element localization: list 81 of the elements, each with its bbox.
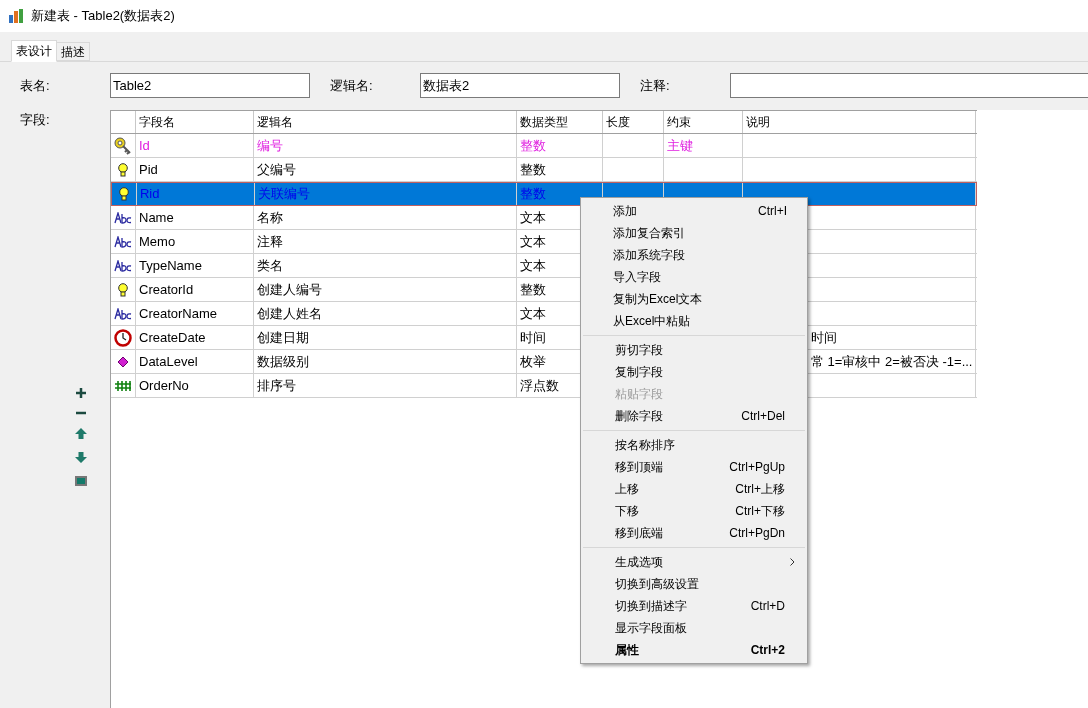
clock-icon bbox=[114, 328, 132, 347]
arrow-down-icon[interactable] bbox=[75, 451, 87, 463]
menu-item[interactable]: 删除字段 Ctrl+Del bbox=[583, 405, 805, 427]
tab[interactable]: 描述 bbox=[57, 42, 90, 61]
bulb-icon bbox=[119, 187, 129, 201]
table-cell-text: 文本 bbox=[520, 232, 546, 251]
table-cell-text: 文本 bbox=[520, 304, 546, 323]
table-cell-text: 整数 bbox=[520, 160, 546, 179]
column-header[interactable]: 逻辑名 bbox=[254, 111, 517, 133]
bulb-icon bbox=[118, 282, 128, 297]
abc-icon bbox=[114, 235, 132, 248]
fields-label: 字段: bbox=[19, 111, 51, 129]
table-cell-text: 名称 bbox=[257, 208, 283, 227]
table-cell-text: 创建日期 bbox=[257, 328, 309, 347]
table-cell-text: Rid bbox=[139, 185, 160, 204]
add-icon[interactable] bbox=[76, 387, 86, 398]
table-cell-text: 整数 bbox=[520, 136, 546, 155]
field-label: 表名: bbox=[20, 76, 51, 95]
column-header[interactable]: 说明 bbox=[743, 111, 976, 133]
column-header[interactable]: 约束 bbox=[664, 111, 743, 133]
menu-item[interactable]: 下移 Ctrl+下移 bbox=[583, 500, 805, 522]
menu-item[interactable]: 移到顶端 Ctrl+PgUp bbox=[583, 456, 805, 478]
menu-item[interactable]: 生成选项 bbox=[583, 551, 805, 573]
table-cell-text: 整数 bbox=[520, 185, 547, 204]
text-field[interactable] bbox=[730, 73, 1088, 98]
abc-icon bbox=[114, 259, 132, 272]
remove-icon[interactable] bbox=[76, 410, 86, 415]
menu-item[interactable]: 切换到描述字 Ctrl+D bbox=[583, 595, 805, 617]
table-cell-text: 文本 bbox=[520, 256, 546, 275]
diamond-icon bbox=[117, 355, 129, 368]
table-cell-text: 时间 bbox=[520, 328, 546, 347]
app-icon bbox=[9, 9, 23, 23]
field-label: 注释: bbox=[640, 76, 671, 95]
text-field[interactable]: 数据表2 bbox=[420, 73, 620, 98]
table-row[interactable]: Id 编号 整数 主键 bbox=[111, 134, 977, 158]
menu-item[interactable]: 显示字段面板 bbox=[583, 617, 805, 639]
menu-item[interactable]: 移到底端 Ctrl+PgDn bbox=[583, 522, 805, 544]
table-cell-text: 浮点数 bbox=[520, 376, 559, 395]
table-cell-text: 文本 bbox=[520, 208, 546, 227]
abc-icon bbox=[114, 307, 132, 320]
text-field[interactable]: Table2 bbox=[110, 73, 310, 98]
menu-item[interactable]: 上移 Ctrl+上移 bbox=[583, 478, 805, 500]
menu-item[interactable]: 属性 Ctrl+2 bbox=[583, 639, 805, 661]
table-cell-text: Memo bbox=[139, 232, 176, 251]
table-cell-text: Pid bbox=[139, 160, 158, 179]
arrow-up-icon[interactable] bbox=[75, 427, 87, 439]
table-cell-text: Name bbox=[139, 208, 174, 227]
square-icon[interactable] bbox=[75, 475, 87, 486]
table-cell-text: CreatorId bbox=[139, 280, 194, 299]
table-cell-text: 创建人编号 bbox=[257, 280, 322, 299]
table-cell-text: Id bbox=[139, 136, 150, 155]
grid-lines-icon bbox=[115, 380, 131, 391]
table-cell-text: 枚举 bbox=[520, 352, 546, 371]
table-cell-text: CreatorName bbox=[139, 304, 218, 323]
menu-item[interactable]: 按名称排序 bbox=[583, 434, 805, 456]
tab[interactable]: 表设计 bbox=[11, 40, 57, 62]
table-cell-text: 创建人姓名 bbox=[257, 304, 322, 323]
table-cell-text: 父编号 bbox=[257, 160, 296, 179]
bulb-icon bbox=[118, 162, 128, 177]
table-cell-text: 编号 bbox=[257, 136, 283, 155]
column-header[interactable]: 字段名 bbox=[136, 111, 254, 133]
field-label: 逻辑名: bbox=[330, 76, 374, 95]
column-header[interactable]: 数据类型 bbox=[517, 111, 603, 133]
table-cell-text: OrderNo bbox=[139, 376, 189, 395]
table-cell-text: 整数 bbox=[520, 280, 546, 299]
table-cell-text: 数据级别 bbox=[257, 352, 309, 371]
table-cell-text: 关联编号 bbox=[257, 185, 310, 204]
table-cell-text: 排序号 bbox=[257, 376, 296, 395]
table-cell-text: 时间 bbox=[811, 328, 837, 347]
table-cell-text: 常 1=审核中 2=被否决 -1=... bbox=[811, 352, 973, 371]
column-header[interactable]: 长度 bbox=[603, 111, 664, 133]
table-cell-text: CreateDate bbox=[139, 328, 206, 347]
table-cell-text: 主键 bbox=[667, 136, 693, 155]
table-cell-text: DataLevel bbox=[139, 352, 198, 371]
table-cell-text: 注释 bbox=[257, 232, 283, 251]
abc-icon bbox=[114, 211, 132, 224]
window-title: 新建表 - Table2(数据表2) bbox=[31, 7, 175, 26]
table-cell-text: 类名 bbox=[257, 256, 283, 275]
menu-item[interactable]: 切换到高级设置 bbox=[583, 573, 805, 595]
key-icon bbox=[114, 136, 132, 155]
table-cell-text: TypeName bbox=[139, 256, 202, 275]
